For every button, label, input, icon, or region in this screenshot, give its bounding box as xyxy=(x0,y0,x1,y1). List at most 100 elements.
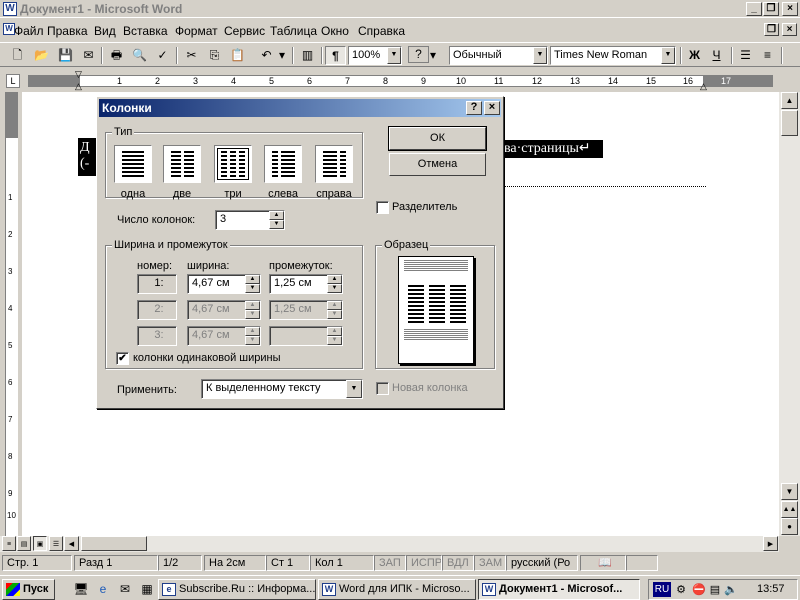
preset-three[interactable] xyxy=(214,145,252,183)
preset-left[interactable] xyxy=(264,145,302,183)
style-select[interactable]: Обычный ▼ xyxy=(449,46,548,65)
restore-button[interactable]: ❐ xyxy=(763,2,779,16)
spin-up-icon[interactable]: ▲ xyxy=(245,275,260,284)
save-icon[interactable]: 💾 xyxy=(55,46,76,65)
underline-button[interactable]: Ч xyxy=(706,46,727,65)
hanging-indent-marker-icon[interactable]: △ xyxy=(75,82,82,91)
width-spinner[interactable]: ▲ ▼ xyxy=(245,275,260,293)
help-dropdown-icon[interactable]: ▾ xyxy=(428,46,438,65)
menu-window[interactable]: Окно xyxy=(321,24,349,38)
paste-icon[interactable]: 📋 xyxy=(227,46,248,65)
antivirus-icon[interactable]: ⛔ xyxy=(691,582,707,597)
scroll-down-icon[interactable]: ▼ xyxy=(781,483,798,500)
tab-selector-icon[interactable]: L xyxy=(6,74,20,88)
chevron-down-icon[interactable]: ▼ xyxy=(346,380,362,398)
spelling-status-icon[interactable]: 📖 xyxy=(580,555,626,571)
minimize-button[interactable]: _ xyxy=(746,2,762,16)
print-layout-view-icon[interactable]: ▣ xyxy=(33,536,47,551)
language-indicator[interactable]: RU xyxy=(653,582,671,597)
horizontal-scrollbar[interactable]: ≡ ▤ ▣ ☰ ◀ ▶ xyxy=(0,536,779,552)
scroll-thumb[interactable] xyxy=(781,110,798,136)
select-browse-object-icon[interactable]: ● xyxy=(781,518,798,535)
font-select[interactable]: Times New Roman ▼ xyxy=(550,46,676,65)
spin-down-icon[interactable]: ▼ xyxy=(269,220,284,229)
spin-down-icon[interactable]: ▼ xyxy=(245,284,260,293)
undo-icon[interactable]: ↶ xyxy=(256,46,277,65)
menu-file[interactable]: Файл xyxy=(14,24,44,38)
status-overtype[interactable]: ЗАМ xyxy=(474,555,506,571)
ok-button[interactable]: ОК xyxy=(388,126,487,151)
menu-format[interactable]: Формат xyxy=(175,24,218,38)
undo-dropdown-icon[interactable]: ▾ xyxy=(276,46,288,65)
align-left-icon[interactable]: ☰ xyxy=(735,46,756,65)
separator-checkbox[interactable] xyxy=(376,201,389,214)
network-icon[interactable]: ▤ xyxy=(707,582,723,597)
apply-select[interactable]: К выделенному тексту ▼ xyxy=(201,379,363,399)
print-icon[interactable]: 🖶 xyxy=(106,46,127,65)
menu-help[interactable]: Справка xyxy=(358,24,405,38)
task-word-ipk[interactable]: W Word для ИПК - Microso... xyxy=(318,579,476,600)
spin-down-icon[interactable]: ▼ xyxy=(327,284,342,293)
status-rec[interactable]: ЗАП xyxy=(374,555,406,571)
menu-edit[interactable]: Правка xyxy=(47,24,88,38)
new-doc-icon[interactable]: 🗋 xyxy=(7,46,28,65)
status-extend[interactable]: ВДЛ xyxy=(442,555,474,571)
preset-one[interactable] xyxy=(114,145,152,183)
vertical-ruler-bar[interactable]: 1 2 3 4 5 6 7 8 9 10 xyxy=(5,92,18,536)
spacing-spinner[interactable]: ▲ ▼ xyxy=(327,275,342,293)
show-desktop-icon[interactable]: 🖥 xyxy=(72,580,90,598)
web-layout-view-icon[interactable]: ▤ xyxy=(17,536,31,551)
menu-insert[interactable]: Вставка xyxy=(123,24,168,38)
volume-icon[interactable]: 🔈 xyxy=(723,582,739,597)
open-folder-icon[interactable]: 📂 xyxy=(31,46,52,65)
vertical-scrollbar[interactable]: ▲ ▼ ▲▲ ● xyxy=(779,92,800,536)
doc-restore-button[interactable]: ❐ xyxy=(764,23,779,36)
dialog-help-button[interactable]: ? xyxy=(466,101,482,115)
doc-close-button[interactable]: × xyxy=(782,23,797,36)
num-columns-input[interactable]: 3 ▲ ▼ xyxy=(215,210,285,230)
right-indent-marker-icon[interactable]: △ xyxy=(700,82,707,91)
copy-icon[interactable]: ⎘ xyxy=(204,46,225,65)
tray-app-icon[interactable]: ⚙ xyxy=(673,582,689,597)
col-spacing-1-input[interactable]: 1,25 см ▲ ▼ xyxy=(269,274,343,294)
scroll-right-icon[interactable]: ▶ xyxy=(763,536,778,551)
equal-width-checkbox[interactable]: ✔ xyxy=(116,352,129,365)
first-indent-marker-icon[interactable]: ▽ xyxy=(75,70,82,79)
scroll-up-icon[interactable]: ▲ xyxy=(781,92,798,109)
outline-view-icon[interactable]: ☰ xyxy=(49,536,63,551)
task-document1[interactable]: W Документ1 - Microsof... xyxy=(478,579,640,600)
scroll-left-icon[interactable]: ◀ xyxy=(64,536,79,551)
close-window-button[interactable]: × xyxy=(782,2,798,16)
menu-table[interactable]: Таблица xyxy=(270,24,317,38)
menu-tools[interactable]: Сервис xyxy=(224,24,265,38)
num-columns-spinner[interactable]: ▲ ▼ xyxy=(269,211,284,229)
zoom-select[interactable]: 100% ▼ xyxy=(348,46,402,65)
cancel-button[interactable]: Отмена xyxy=(389,153,486,176)
word-app-icon[interactable]: W xyxy=(3,2,17,16)
preset-two[interactable] xyxy=(163,145,201,183)
start-button[interactable]: Пуск xyxy=(2,579,55,600)
menu-view[interactable]: Вид xyxy=(94,24,116,38)
print-preview-icon[interactable]: 🔍 xyxy=(129,46,150,65)
ruler-bar[interactable]: 1 2 3 4 5 6 7 8 9 10 11 12 13 14 15 16 1… xyxy=(28,75,773,87)
columns-icon[interactable]: ▥ xyxy=(297,46,318,65)
col-width-1-input[interactable]: 4,67 см ▲ ▼ xyxy=(187,274,261,294)
spin-up-icon[interactable]: ▲ xyxy=(327,275,342,284)
task-subscribe[interactable]: e Subscribe.Ru :: Информа... xyxy=(158,579,316,600)
help-icon[interactable]: ? xyxy=(408,46,429,63)
preset-right[interactable] xyxy=(315,145,353,183)
spin-up-icon[interactable]: ▲ xyxy=(269,211,284,220)
dialog-close-button[interactable]: × xyxy=(484,101,500,115)
align-center-icon[interactable]: ≡ xyxy=(757,46,778,65)
outlook-express-icon[interactable]: ✉ xyxy=(116,580,134,598)
prev-page-icon[interactable]: ▲▲ xyxy=(781,501,798,518)
internet-explorer-icon[interactable]: e xyxy=(94,580,112,598)
bold-button[interactable]: Ж xyxy=(684,46,705,65)
dialog-title-bar[interactable]: Колонки ? × xyxy=(99,99,501,117)
show-formatting-button[interactable]: ¶ xyxy=(325,46,346,65)
status-track-changes[interactable]: ИСПР xyxy=(406,555,442,571)
quick-launch-icon[interactable]: ▦ xyxy=(138,580,156,598)
cut-icon[interactable]: ✂ xyxy=(181,46,202,65)
email-icon[interactable]: ✉ xyxy=(78,46,99,65)
clock[interactable]: 13:57 xyxy=(757,583,785,595)
